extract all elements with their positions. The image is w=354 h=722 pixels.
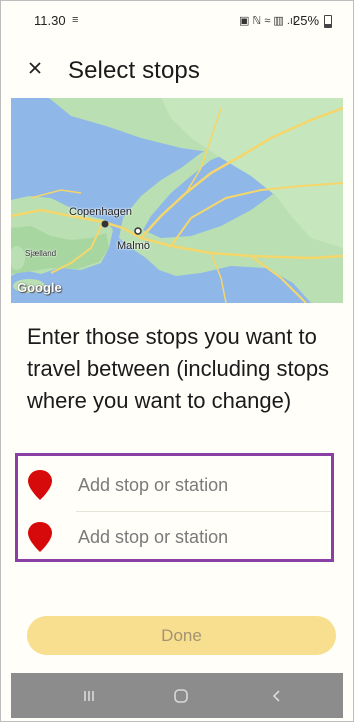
- message-notification-icon: ≡: [72, 14, 79, 26]
- status-bar: 11.30 ≡ ▣ ℕ ≈ ▥ .ıl 25%: [1, 1, 353, 41]
- map-label-sjaelland: Sjælland: [25, 249, 57, 258]
- stop-row-2[interactable]: [18, 512, 331, 561]
- home-button[interactable]: [151, 673, 211, 718]
- back-button[interactable]: [247, 673, 307, 718]
- recents-button[interactable]: [59, 673, 119, 718]
- battery-icon: [324, 15, 332, 28]
- stop-row-1[interactable]: [18, 460, 331, 512]
- map-pin-icon: [28, 522, 52, 552]
- map-pin-icon: [28, 470, 52, 500]
- page-title: Select stops: [68, 57, 200, 84]
- map-label-copenhagen: Copenhagen: [69, 206, 133, 218]
- battery-percent: 25%: [293, 13, 320, 28]
- signal-icons: ▣ ℕ ≈ ▥ .ıl: [239, 15, 296, 27]
- instruction-text: Enter those stops you want to travel bet…: [27, 324, 330, 413]
- map-label-malmo: Malmö: [117, 240, 151, 252]
- stop-input-1[interactable]: [76, 470, 320, 500]
- phone-screen: 11.30 ≡ ▣ ℕ ≈ ▥ .ıl 25% Select stops Cop…: [0, 0, 354, 722]
- map-view[interactable]: Copenhagen Malmö Sjælland Google: [11, 98, 343, 303]
- status-time: 11.30: [34, 13, 66, 28]
- google-logo: Google: [17, 280, 62, 295]
- done-button[interactable]: Done: [27, 616, 336, 655]
- stops-list: [15, 453, 334, 562]
- recents-icon: [84, 690, 94, 701]
- home-icon: [174, 688, 188, 703]
- navigation-bar: [11, 673, 343, 718]
- stop-input-2[interactable]: [76, 522, 320, 552]
- close-icon[interactable]: [26, 57, 46, 77]
- map-canvas: [11, 98, 343, 303]
- back-icon: [272, 689, 280, 702]
